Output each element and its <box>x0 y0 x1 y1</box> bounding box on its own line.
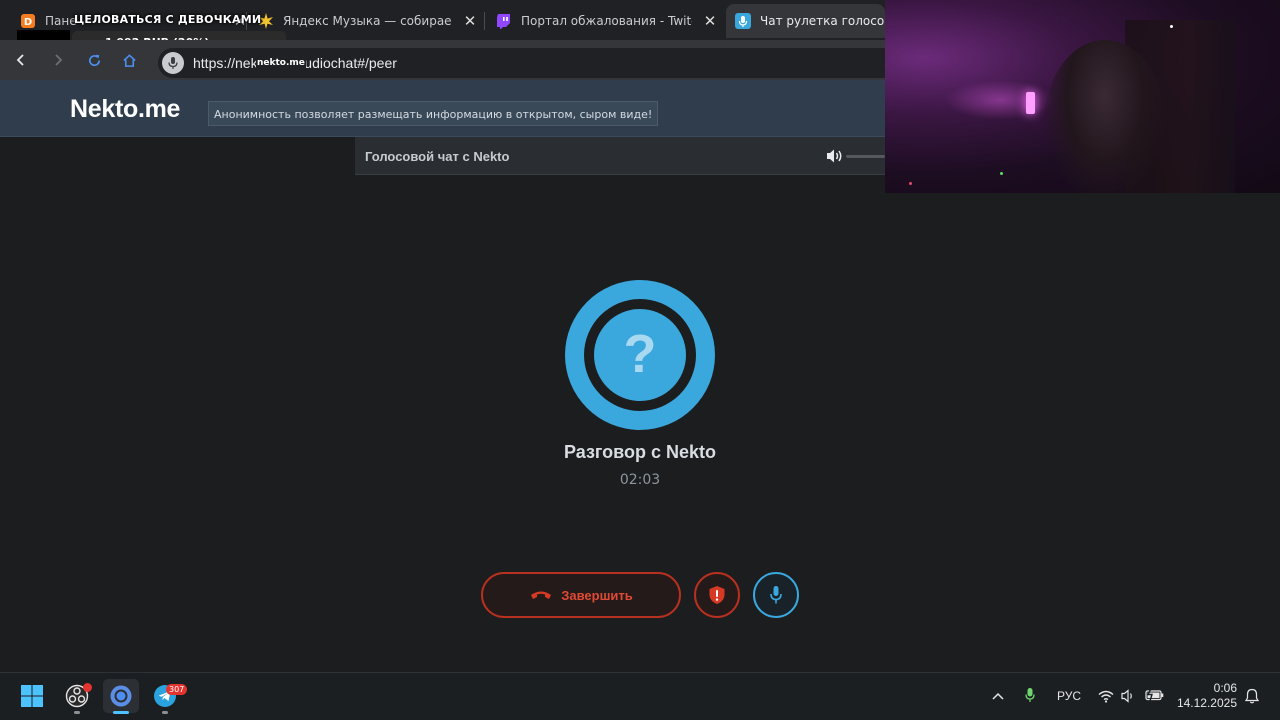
telegram-unread-badge: 307 <box>166 684 188 695</box>
home-button[interactable] <box>121 52 137 68</box>
volume-slider[interactable] <box>846 155 885 158</box>
end-call-button[interactable]: Завершить <box>481 572 681 618</box>
tab-yandex-music[interactable]: Яндекс Музыка — собираем ✕ <box>252 4 478 38</box>
taskbar <box>0 672 1280 720</box>
webcam-person <box>1045 40 1165 193</box>
webcam-led <box>1170 25 1173 28</box>
taskbar-chrome[interactable] <box>103 679 139 713</box>
chevron-up-icon[interactable] <box>990 688 1006 704</box>
webcam-led <box>1000 172 1003 175</box>
nekto-mic-icon <box>735 13 751 29</box>
windows-icon <box>21 685 43 707</box>
reload-button[interactable] <box>86 52 102 68</box>
end-call-label: Завершить <box>561 587 633 603</box>
webcam-light <box>1026 92 1035 114</box>
recording-dot <box>83 683 92 692</box>
call-timer: 02:03 <box>619 472 661 488</box>
microphone-toggle-button[interactable] <box>753 572 799 618</box>
webcam-led <box>909 182 912 185</box>
peer-name: Разговор с Nekto <box>563 442 717 462</box>
site-logo[interactable]: Nekto.me <box>70 95 180 124</box>
twitch-icon <box>496 13 512 29</box>
active-indicator <box>113 711 129 714</box>
stream-overlay-title: ЦЕЛОВАТЬСЯ С ДЕВОЧКАМИ <box>74 13 262 26</box>
close-icon[interactable]: ✕ <box>462 13 478 29</box>
url-overlay-text: nekto.me <box>256 58 306 68</box>
volume-icon[interactable] <box>826 148 844 164</box>
forward-button[interactable] <box>50 52 66 68</box>
webcam-glow <box>945 80 1055 120</box>
running-indicator <box>74 711 80 714</box>
tab-divider <box>484 12 485 30</box>
chrome-icon <box>110 685 132 707</box>
running-indicator <box>162 711 168 714</box>
clock-time[interactable]: 0:06 <box>1178 681 1237 695</box>
back-button[interactable] <box>13 52 29 68</box>
hangup-icon <box>531 591 552 599</box>
donationalerts-icon: D <box>20 13 36 29</box>
tab-twitch[interactable]: Портал обжалования - Twitch ✕ <box>490 4 718 38</box>
tab-title: Яндекс Музыка — собираем <box>283 14 452 28</box>
input-language[interactable]: РУС <box>1057 689 1081 703</box>
webcam-overlay <box>885 0 1280 193</box>
notification-bell-icon[interactable] <box>1244 688 1260 704</box>
chat-title: Голосовой чат с Nekto <box>365 149 510 164</box>
start-button[interactable] <box>14 679 50 713</box>
site-mic-permission-icon[interactable] <box>162 52 184 74</box>
svg-text:D: D <box>24 17 32 28</box>
microphone-icon <box>770 586 782 604</box>
unknown-peer-icon: ? <box>594 309 686 401</box>
shield-alert-icon <box>709 586 725 604</box>
report-button[interactable] <box>694 572 740 618</box>
tab-nekto-audiochat[interactable]: Чат рулетка голосовая <box>726 4 885 38</box>
close-icon[interactable]: ✕ <box>702 13 718 29</box>
battery-charging-icon[interactable] <box>1145 687 1165 703</box>
tab-title: Чат рулетка голосовая <box>760 14 885 28</box>
question-mark-glyph: ? <box>623 324 657 384</box>
wifi-icon[interactable] <box>1098 688 1114 704</box>
screen: D Пане ✕ Яндекс Музыка — собираем ✕ Порт… <box>0 0 1280 720</box>
clock-date[interactable]: 14.12.2025 <box>1172 696 1237 710</box>
tab-title: Портал обжалования - Twitch <box>521 14 692 28</box>
site-tagline: Анонимность позволяет размещать информац… <box>208 101 659 126</box>
speaker-icon[interactable] <box>1120 688 1136 704</box>
microphone-in-use-icon[interactable] <box>1022 687 1038 703</box>
